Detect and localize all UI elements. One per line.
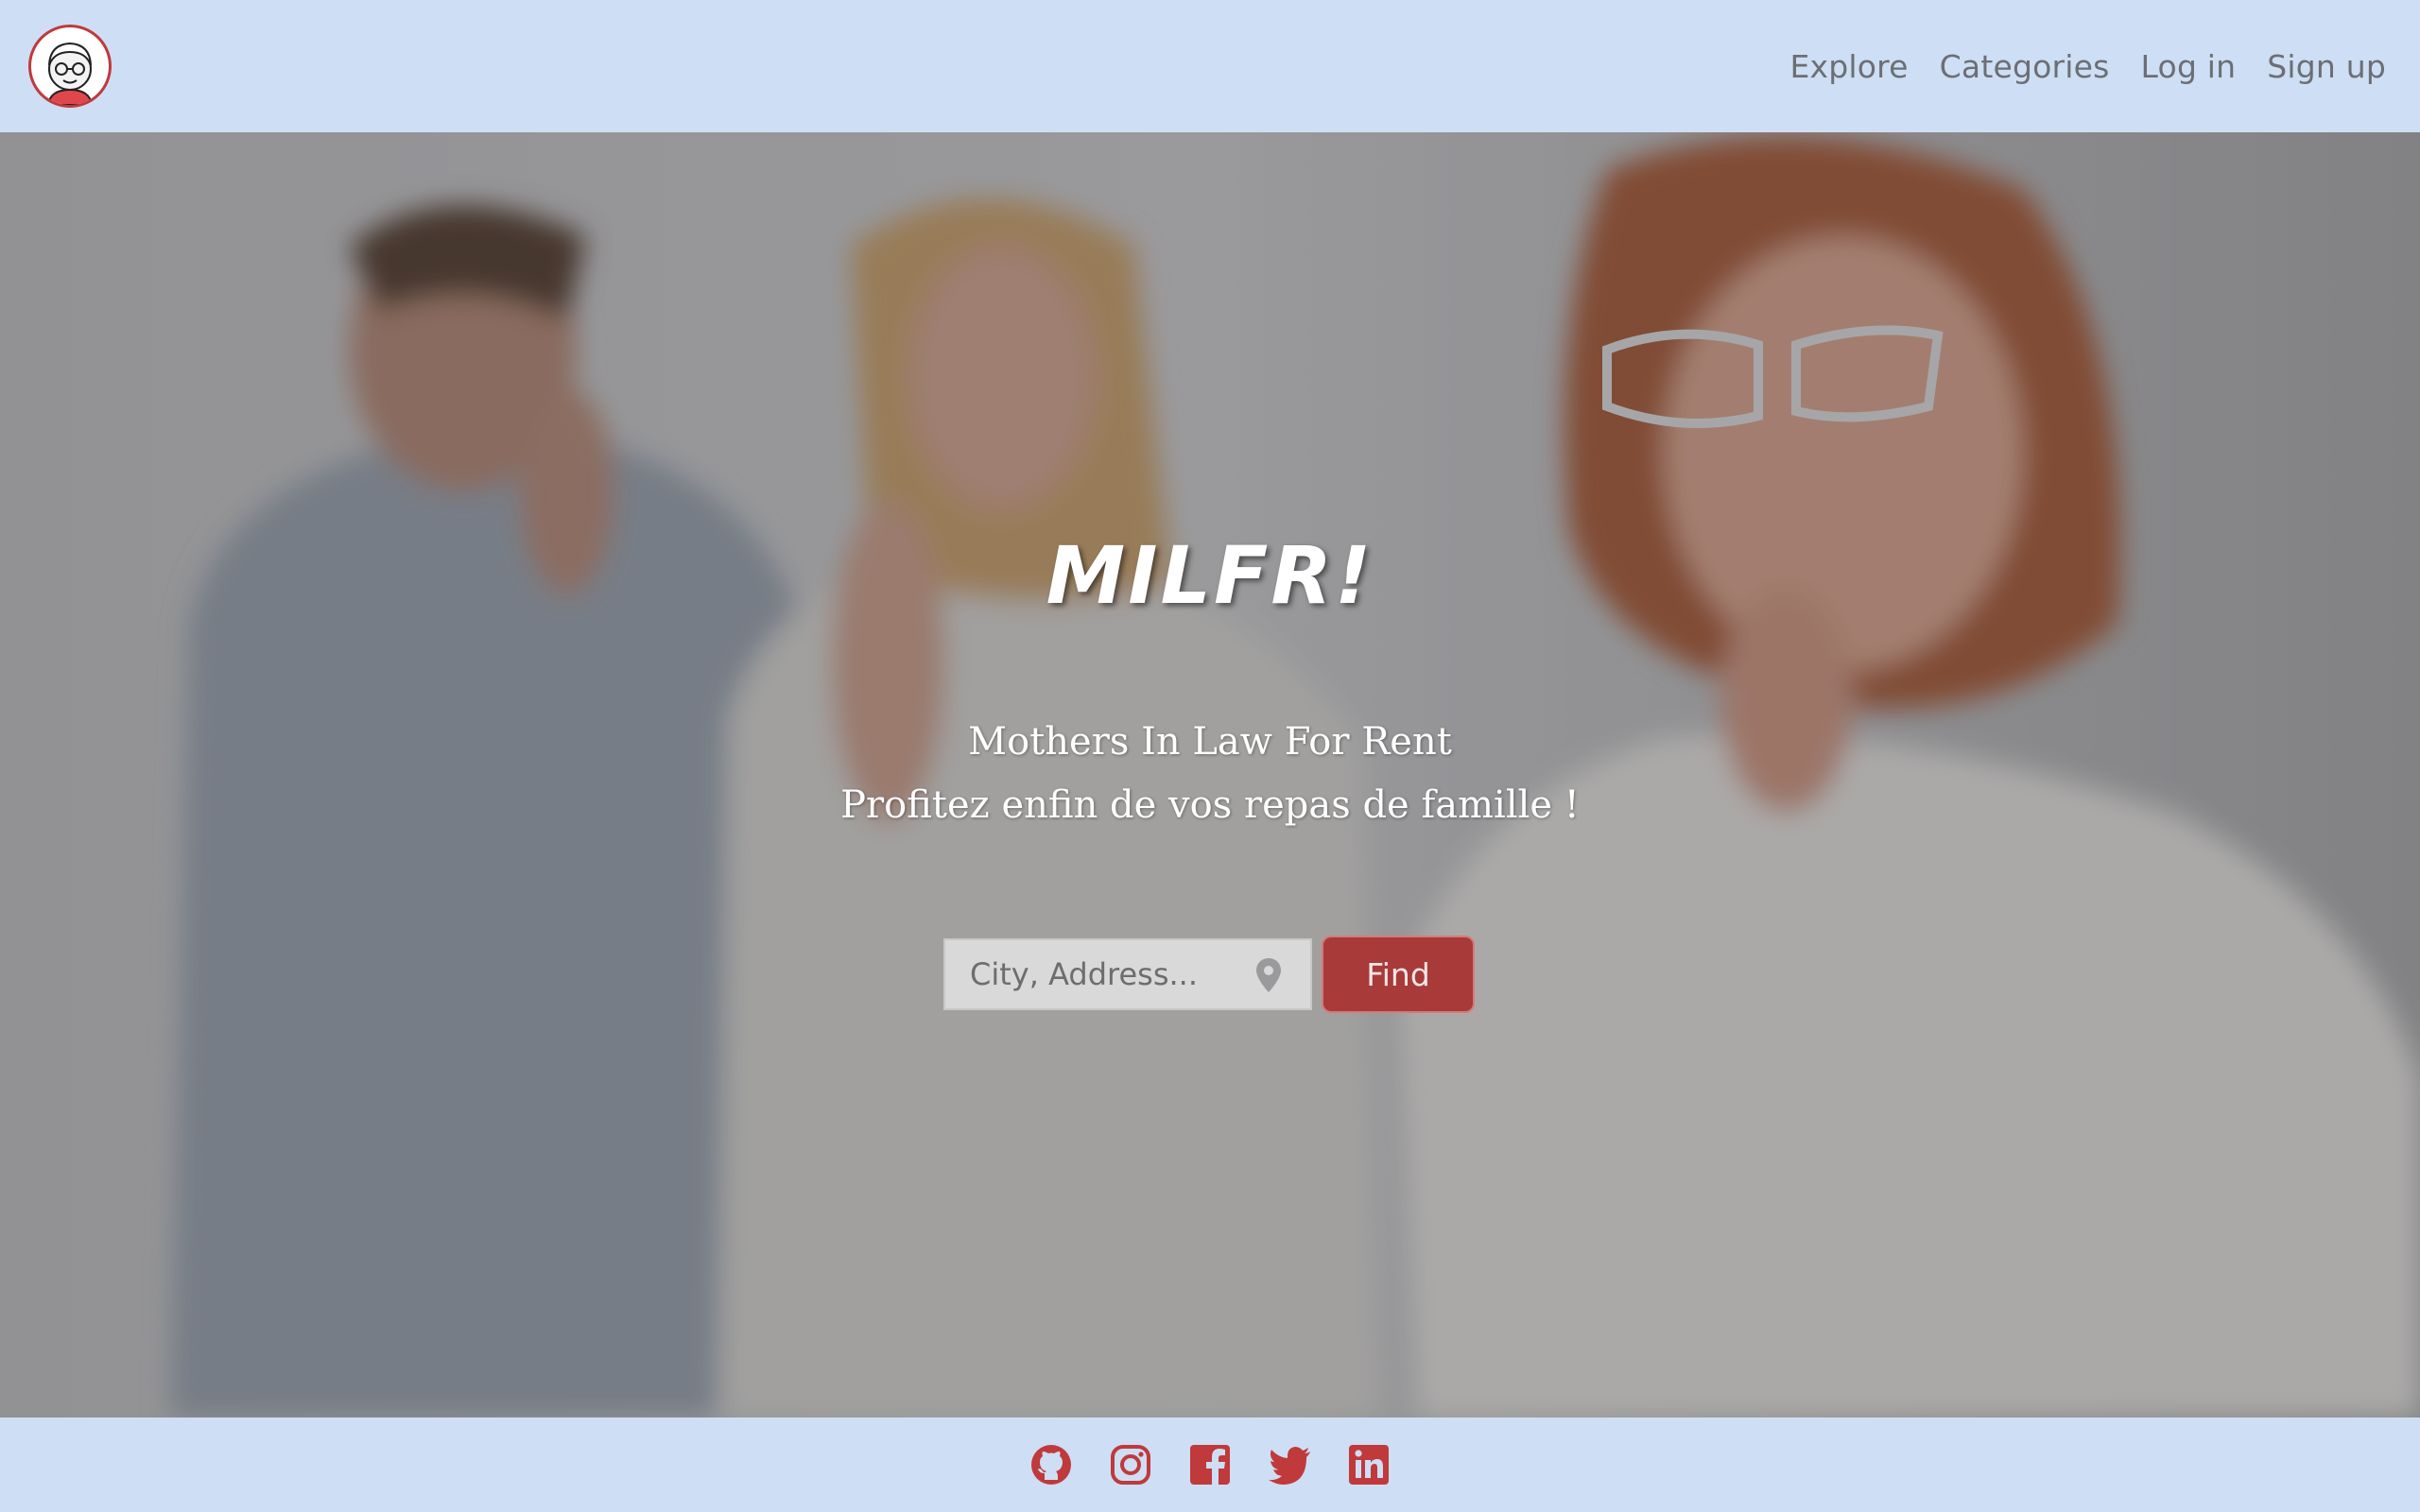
hero-tagline: Mothers In Law For Rent Profitez enfin d… [0,711,2420,837]
footer [0,1418,2420,1512]
social-links [1011,1442,1409,1487]
nav-categories[interactable]: Categories [1940,48,2110,85]
search-box [943,938,1312,1010]
facebook-icon[interactable] [1187,1442,1233,1487]
linkedin-icon[interactable] [1346,1442,1392,1487]
hero-content: MILFR! Mothers In Law For Rent Profitez … [0,132,2420,1418]
address-search-input[interactable] [968,955,1255,993]
top-navbar: Explore Categories Log in Sign up [0,0,2420,132]
brand-title: MILFR! [1046,529,1374,622]
hero-section: MILFR! Mothers In Law For Rent Profitez … [0,132,2420,1418]
search-form: Find [943,936,1475,1013]
tagline-line-2: Profitez enfin de vos repas de famille ! [840,783,1580,827]
github-icon[interactable] [1028,1442,1074,1487]
main-nav: Explore Categories Log in Sign up [1758,48,2386,85]
map-pin-icon [1256,958,1281,992]
find-button[interactable]: Find [1322,936,1475,1013]
twitter-icon[interactable] [1267,1442,1312,1487]
nav-signup[interactable]: Sign up [2267,48,2386,85]
nav-explore[interactable]: Explore [1789,48,1908,85]
instagram-icon[interactable] [1108,1442,1153,1487]
grandmother-avatar-icon[interactable] [28,25,112,108]
nav-login[interactable]: Log in [2141,48,2237,85]
tagline-line-1: Mothers In Law For Rent [968,720,1452,764]
